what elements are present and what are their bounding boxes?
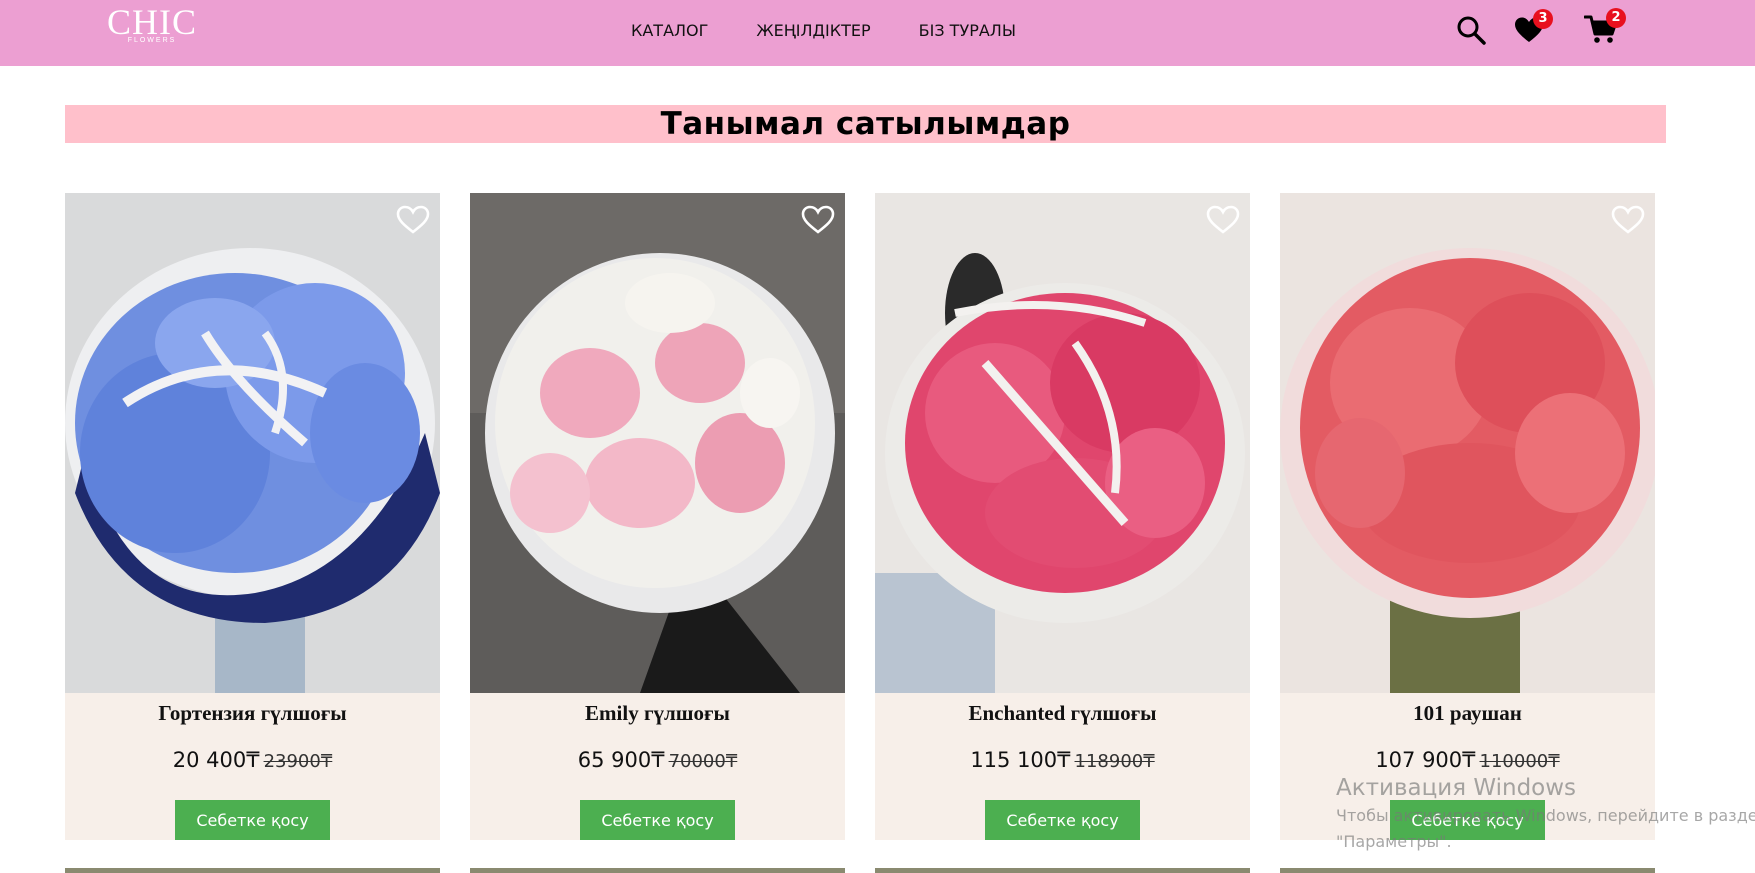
- next-row-card-edge: [470, 868, 845, 873]
- product-card: 101 раушан 107 900₸ 110000₸ Себетке қосу: [1280, 193, 1655, 840]
- logo-text: CHIC: [106, 2, 197, 42]
- logo[interactable]: CHIC FLOWERS: [104, 4, 200, 48]
- product-image[interactable]: [1280, 193, 1655, 693]
- windows-activation-watermark: Активация Windows Чтобы активировать Win…: [1336, 773, 1755, 855]
- old-price: 118900₸: [1074, 751, 1155, 772]
- cart-button[interactable]: 2: [1584, 8, 1626, 44]
- nav-discounts[interactable]: ЖЕҢІЛДІКТЕР: [756, 20, 870, 42]
- product-name[interactable]: Гортензия гүлшоғы: [65, 693, 440, 733]
- heart-outline-icon: [396, 205, 430, 234]
- add-to-cart-button[interactable]: Себетке қосу: [985, 800, 1140, 840]
- product-name[interactable]: Emily гүлшоғы: [470, 693, 845, 733]
- price-row: 65 900₸ 70000₸: [470, 745, 845, 777]
- old-price: 110000₸: [1479, 751, 1560, 772]
- product-name[interactable]: 101 раушан: [1280, 693, 1655, 733]
- nav-catalog[interactable]: КАТАЛОГ: [631, 20, 708, 42]
- top-header: CHIC FLOWERS КАТАЛОГ ЖЕҢІЛДІКТЕР БІЗ ТУР…: [0, 0, 1755, 66]
- price-row: 115 100₸ 118900₸: [875, 745, 1250, 777]
- old-price: 23900₸: [263, 751, 333, 772]
- current-price: 20 400₸: [172, 748, 260, 772]
- watermark-line: "Параметры".: [1336, 832, 1452, 851]
- favorite-button[interactable]: [1206, 205, 1240, 235]
- section-title: Танымал сатылымдар: [65, 105, 1666, 143]
- wishlist-count-badge: 3: [1533, 9, 1553, 29]
- product-card: Enchanted гүлшоғы 115 100₸ 118900₸ Себетк…: [875, 193, 1250, 840]
- old-price: 70000₸: [668, 751, 738, 772]
- add-to-cart-button[interactable]: Себетке қосу: [175, 800, 330, 840]
- next-row-card-edge: [1280, 868, 1655, 873]
- product-image[interactable]: [470, 193, 845, 693]
- favorite-button[interactable]: [1611, 205, 1645, 235]
- current-price: 107 900₸: [1375, 748, 1476, 772]
- main-nav: КАТАЛОГ ЖЕҢІЛДІКТЕР БІЗ ТУРАЛЫ: [631, 20, 1016, 42]
- favorite-button[interactable]: [801, 205, 835, 235]
- product-image[interactable]: [65, 193, 440, 693]
- watermark-line: Чтобы активировать Windows, перейдите в …: [1336, 806, 1755, 825]
- wishlist-button[interactable]: 3: [1514, 9, 1553, 44]
- heart-outline-icon: [801, 205, 835, 234]
- next-row-card-edge: [65, 868, 440, 873]
- nav-about[interactable]: БІЗ ТУРАЛЫ: [919, 20, 1016, 42]
- heart-outline-icon: [1611, 205, 1645, 234]
- favorite-button[interactable]: [396, 205, 430, 235]
- search-icon[interactable]: [1456, 15, 1486, 45]
- cart-count-badge: 2: [1606, 8, 1626, 28]
- watermark-title: Активация Windows: [1336, 775, 1577, 801]
- add-to-cart-button[interactable]: Себетке қосу: [580, 800, 735, 840]
- product-image[interactable]: [875, 193, 1250, 693]
- current-price: 115 100₸: [970, 748, 1071, 772]
- product-card: Emily гүлшоғы 65 900₸ 70000₸ Себетке қосу: [470, 193, 845, 840]
- next-row-card-edge: [875, 868, 1250, 873]
- heart-outline-icon: [1206, 205, 1240, 234]
- current-price: 65 900₸: [577, 748, 665, 772]
- product-card: Гортензия гүлшоғы 20 400₸ 23900₸ Себетке …: [65, 193, 440, 840]
- price-row: 20 400₸ 23900₸: [65, 745, 440, 777]
- product-name[interactable]: Enchanted гүлшоғы: [875, 693, 1250, 733]
